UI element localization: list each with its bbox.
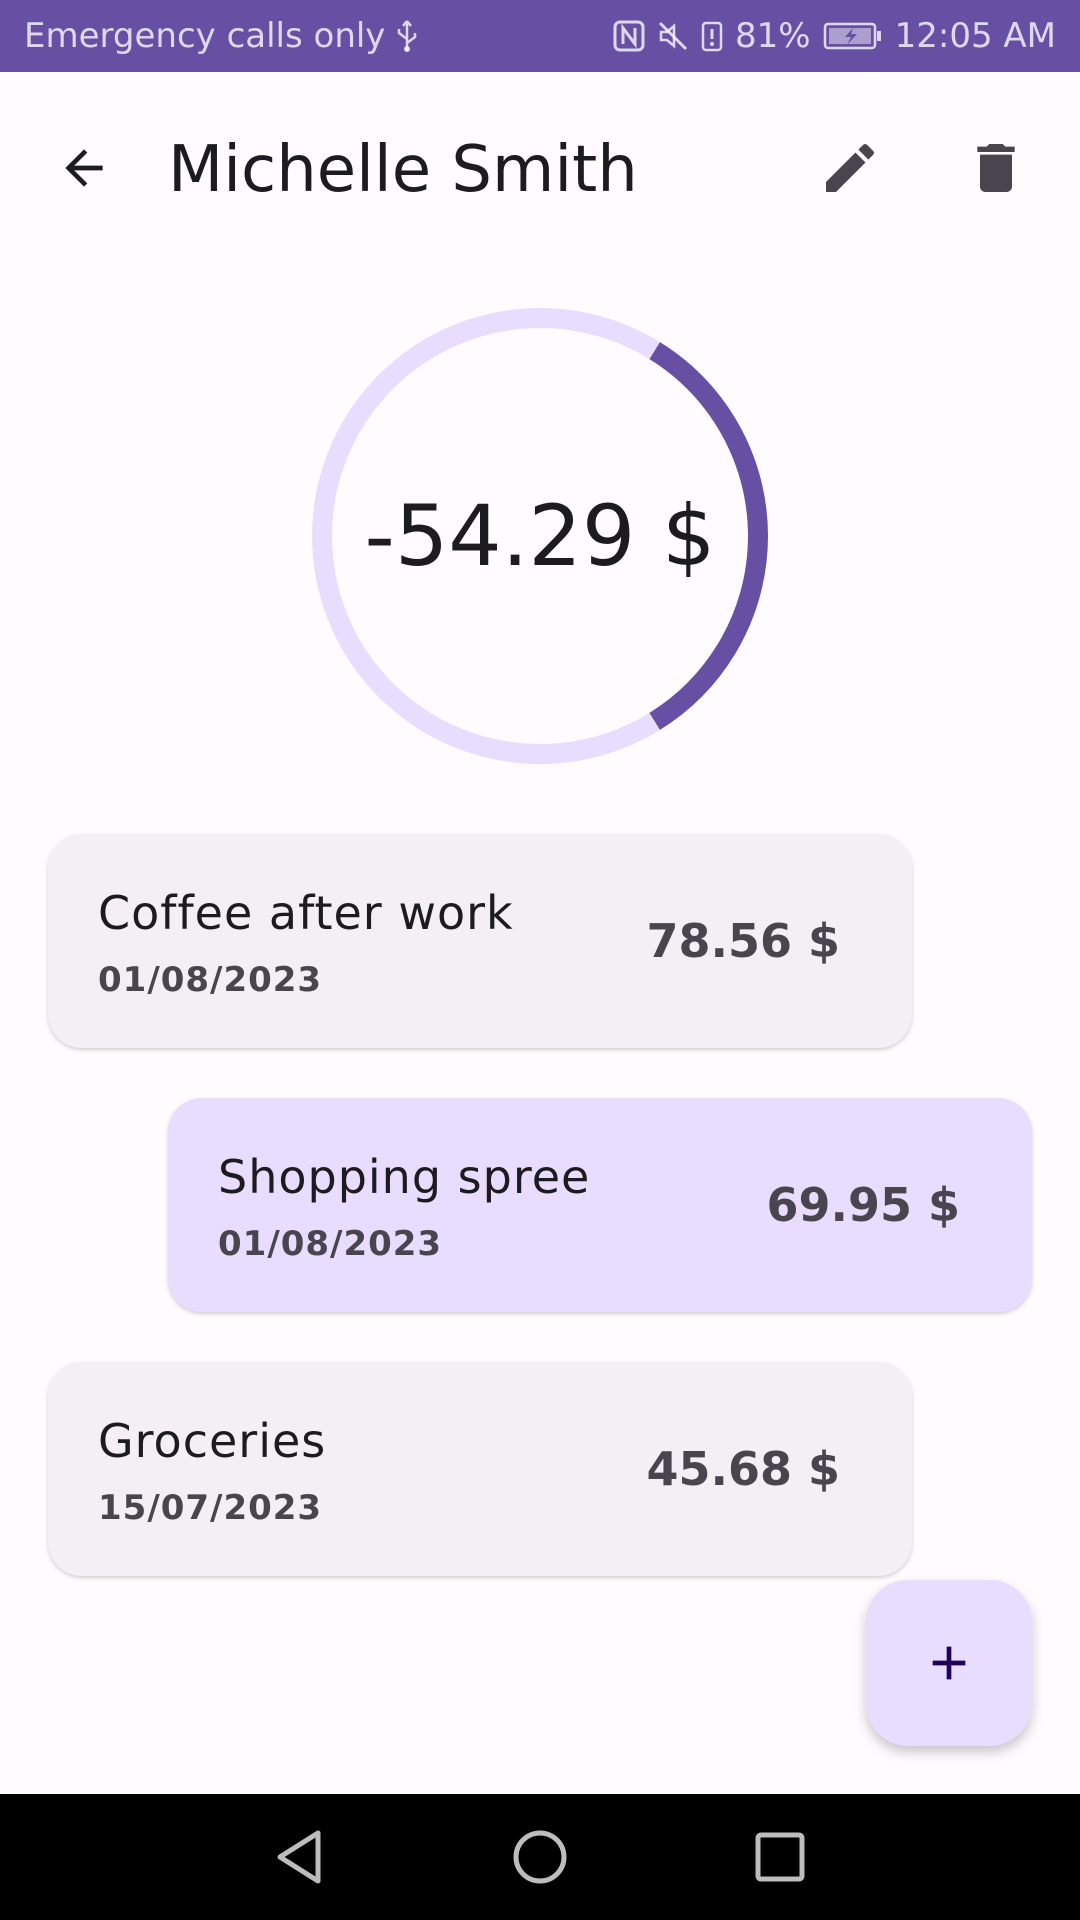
edit-button[interactable]	[806, 124, 894, 212]
nav-back-icon	[277, 1830, 321, 1884]
status-left: Emergency calls only	[24, 16, 419, 56]
delete-button[interactable]	[952, 124, 1040, 212]
carrier-text: Emergency calls only	[24, 16, 386, 56]
back-button[interactable]	[40, 124, 128, 212]
battery-alert-icon	[701, 20, 723, 52]
back-arrow-icon	[65, 149, 103, 187]
transaction-date: 01/08/2023	[98, 960, 323, 1000]
add-transaction-button[interactable]	[866, 1580, 1032, 1746]
battery-charging-icon	[823, 21, 883, 51]
transaction-card[interactable]: Groceries 15/07/2023 45.68 $	[48, 1362, 912, 1576]
transaction-card[interactable]: Shopping spree 01/08/2023 69.95 $	[168, 1098, 1032, 1312]
page-title: Michelle Smith	[168, 133, 638, 207]
transaction-card[interactable]: Coffee after work 01/08/2023 78.56 $	[48, 834, 912, 1048]
screen: Emergency calls only 81% 12:05 AM Michel…	[0, 0, 1080, 1920]
balance-value: -54.29 $	[364, 487, 716, 585]
navigation-bar	[0, 1794, 1080, 1920]
status-bar: Emergency calls only 81% 12:05 AM	[0, 0, 1080, 72]
transaction-amount: 69.95 $	[766, 1178, 960, 1232]
mute-icon	[657, 20, 689, 52]
transaction-date: 15/07/2023	[98, 1488, 323, 1528]
edit-pencil-icon	[826, 143, 875, 192]
battery-percent: 81%	[735, 16, 811, 56]
usb-icon	[395, 19, 419, 53]
transaction-description: Coffee after work	[98, 886, 514, 940]
delete-trash-icon	[977, 144, 1015, 192]
nav-recents-button[interactable]	[730, 1814, 830, 1900]
status-right: 81% 12:05 AM	[613, 16, 1056, 56]
clock: 12:05 AM	[894, 16, 1056, 56]
transaction-amount: 78.56 $	[646, 914, 840, 968]
nav-home-button[interactable]	[490, 1814, 590, 1900]
plus-icon	[932, 1646, 966, 1680]
nfc-icon	[613, 20, 645, 52]
transaction-description: Groceries	[98, 1414, 327, 1468]
transaction-date: 01/08/2023	[218, 1224, 443, 1264]
nav-home-icon	[513, 1830, 567, 1884]
nav-back-button[interactable]	[250, 1814, 350, 1900]
app-bar: Michelle Smith	[0, 72, 1080, 262]
transaction-amount: 45.68 $	[646, 1442, 840, 1496]
nav-recents-icon	[755, 1832, 805, 1882]
transaction-description: Shopping spree	[218, 1150, 591, 1204]
